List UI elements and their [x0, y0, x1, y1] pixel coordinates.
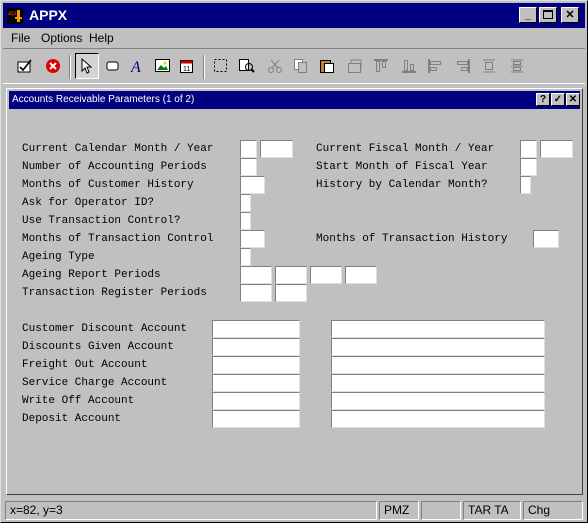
title-bar: api APPX _ ✕: [3, 3, 585, 28]
deposit-account-field[interactable]: [212, 410, 300, 428]
label-deposit: Deposit Account: [22, 413, 122, 425]
fiscal-month-field[interactable]: [520, 140, 537, 158]
align-bottom-icon[interactable]: [397, 53, 421, 79]
freight-out-account-field[interactable]: [212, 356, 300, 374]
align-right-icon[interactable]: [451, 53, 475, 79]
status-tarta: TAR TA: [463, 501, 521, 520]
toolbar: A 11: [3, 48, 585, 84]
label-accounting-periods: Number of Accounting Periods: [22, 161, 207, 173]
ask-operator-field[interactable]: [240, 194, 251, 212]
minimize-button[interactable]: _: [519, 7, 537, 23]
customer-discount-account-field[interactable]: [212, 320, 300, 338]
find-icon[interactable]: [235, 53, 259, 79]
freight-out-desc-field[interactable]: [331, 356, 545, 374]
discounts-given-desc-field[interactable]: [331, 338, 545, 356]
use-txn-control-field[interactable]: [240, 212, 251, 230]
appx-logo-icon: api: [7, 8, 23, 24]
app-window: api APPX _ ✕ File Options Help A 11 Acco…: [0, 0, 588, 523]
properties-icon[interactable]: [343, 53, 367, 79]
label-write-off: Write Off Account: [22, 395, 135, 407]
label-ageing-type: Ageing Type: [22, 251, 95, 263]
checkbox-edit-icon[interactable]: [13, 53, 37, 79]
window-title: APPX: [29, 7, 68, 23]
start-fiscal-field[interactable]: [520, 158, 537, 176]
accept-button[interactable]: ✓: [551, 93, 565, 106]
label-use-txn-control: Use Transaction Control?: [22, 215, 181, 227]
label-service-charge: Service Charge Account: [22, 377, 168, 389]
history-by-calendar-field[interactable]: [520, 176, 531, 194]
register-period-2-field[interactable]: [275, 284, 307, 302]
label-fiscal-month-year: Current Fiscal Month / Year: [316, 143, 495, 155]
ageing-period-1-field[interactable]: [240, 266, 272, 284]
menu-file[interactable]: File: [11, 31, 30, 45]
rectangle-icon[interactable]: [101, 53, 125, 79]
calendar-year-field[interactable]: [260, 140, 293, 158]
label-freight-out: Freight Out Account: [22, 359, 148, 371]
cancel-icon[interactable]: [41, 53, 65, 79]
toolbar-separator: [203, 55, 205, 79]
fiscal-year-field[interactable]: [540, 140, 573, 158]
svg-text:api: api: [8, 11, 16, 17]
maximize-button[interactable]: [539, 7, 557, 23]
service-charge-desc-field[interactable]: [331, 374, 545, 392]
status-empty: [421, 501, 461, 520]
label-start-fiscal: Start Month of Fiscal Year: [316, 161, 488, 173]
discounts-given-account-field[interactable]: [212, 338, 300, 356]
customer-history-field[interactable]: [240, 176, 265, 194]
ageing-type-field[interactable]: [240, 248, 251, 266]
form-title: Accounts Receivable Parameters (1 of 2): [12, 94, 195, 105]
status-change: Chg: [523, 501, 583, 520]
txn-control-months-field[interactable]: [240, 230, 265, 248]
ageing-period-4-field[interactable]: [345, 266, 377, 284]
menu-bar: File Options Help: [3, 29, 585, 47]
calendar-icon[interactable]: 11: [175, 53, 199, 79]
write-off-account-field[interactable]: [212, 392, 300, 410]
menu-help[interactable]: Help: [89, 31, 114, 45]
ageing-period-3-field[interactable]: [310, 266, 342, 284]
select-box-icon[interactable]: [209, 53, 233, 79]
text-a-icon[interactable]: A: [125, 53, 149, 79]
accounting-periods-field[interactable]: [240, 158, 257, 176]
distribute-v-icon[interactable]: [505, 53, 529, 79]
paste-icon[interactable]: [315, 53, 339, 79]
help-button[interactable]: ?: [536, 93, 550, 106]
label-customer-history: Months of Customer History: [22, 179, 194, 191]
form-window: Accounts Receivable Parameters (1 of 2) …: [6, 88, 583, 495]
deposit-desc-field[interactable]: [331, 410, 545, 428]
label-txn-control-months: Months of Transaction Control: [22, 233, 214, 245]
label-calendar-month-year: Current Calendar Month / Year: [22, 143, 214, 155]
status-mode: PMZ: [379, 501, 419, 520]
service-charge-account-field[interactable]: [212, 374, 300, 392]
customer-discount-desc-field[interactable]: [331, 320, 545, 338]
txn-history-months-field[interactable]: [533, 230, 559, 248]
maximize-icon: [543, 10, 553, 19]
svg-text:A: A: [130, 59, 141, 74]
label-ask-operator: Ask for Operator ID?: [22, 197, 155, 209]
label-txn-register-periods: Transaction Register Periods: [22, 287, 207, 299]
svg-text:11: 11: [183, 66, 190, 73]
write-off-desc-field[interactable]: [331, 392, 545, 410]
toolbar-separator: [69, 55, 71, 79]
pointer-icon[interactable]: [75, 53, 99, 79]
align-top-icon[interactable]: [369, 53, 393, 79]
align-left-icon[interactable]: [423, 53, 447, 79]
menu-options[interactable]: Options: [41, 31, 82, 45]
status-coordinates: x=82, y=3: [5, 501, 377, 520]
close-form-button[interactable]: ✕: [566, 93, 580, 106]
label-discounts-given: Discounts Given Account: [22, 341, 174, 353]
calendar-month-field[interactable]: [240, 140, 257, 158]
copy-icon[interactable]: [289, 53, 313, 79]
close-button[interactable]: ✕: [561, 7, 579, 23]
status-bar: x=82, y=3 PMZ TAR TA Chg: [3, 499, 585, 521]
label-customer-discount: Customer Discount Account: [22, 323, 188, 335]
label-txn-history-months: Months of Transaction History: [316, 233, 508, 245]
register-period-1-field[interactable]: [240, 284, 272, 302]
label-ageing-periods: Ageing Report Periods: [22, 269, 161, 281]
cut-icon[interactable]: [263, 53, 287, 79]
ageing-period-2-field[interactable]: [275, 266, 307, 284]
distribute-h-icon[interactable]: [477, 53, 501, 79]
label-history-by-calendar: History by Calendar Month?: [316, 179, 488, 191]
form-title-bar: Accounts Receivable Parameters (1 of 2) …: [9, 91, 580, 109]
image-icon[interactable]: [151, 53, 175, 79]
